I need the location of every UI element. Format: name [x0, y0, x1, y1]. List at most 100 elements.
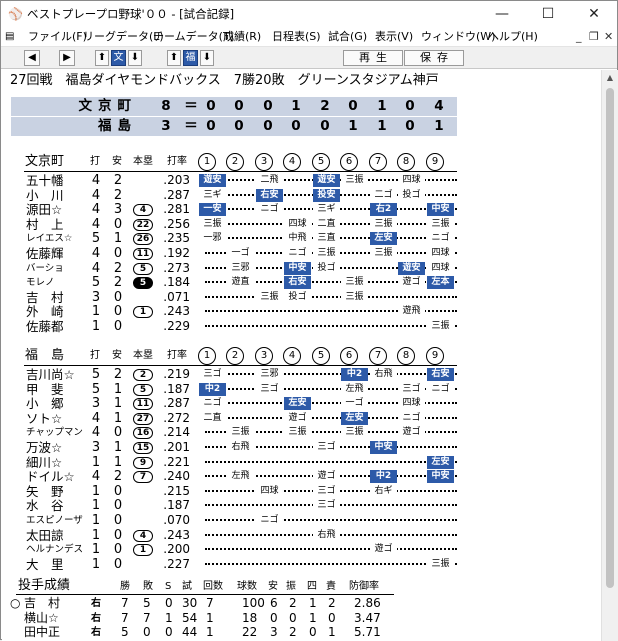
play-button[interactable]: 再生	[343, 50, 403, 66]
batter-row[interactable]: 水 谷 1 0 .187 三ゴ	[2, 498, 601, 513]
inning-number: 5	[312, 153, 330, 171]
pitcher-ip: 7	[206, 596, 214, 610]
vertical-scrollbar[interactable]: ▲	[601, 70, 618, 641]
menu-item[interactable]: リーグデータ(L)	[83, 30, 164, 44]
save-button[interactable]: 保存	[404, 50, 464, 66]
batting-average: .187	[163, 381, 190, 396]
inning-score: 0	[405, 118, 415, 134]
maximize-button[interactable]: ☐	[525, 1, 571, 28]
team1-select-button[interactable]: 文	[111, 50, 126, 66]
batter-row[interactable]: 吉川尚☆ 5 2 2.219 三ゴ 三邪 中2 右飛 右安	[2, 367, 601, 382]
scroll-up-icon[interactable]: ▲	[602, 70, 618, 86]
batter-row[interactable]: 細川☆ 1 1 9.221 左安	[2, 455, 601, 470]
batter-row[interactable]: 吉 村 3 0.071 三振 投ゴ 三振	[2, 290, 601, 305]
pitcher-hand: 右	[91, 627, 101, 638]
batter-row[interactable]: 五十幡 4 2.203 遊安 二飛 遊安 三振 四球	[2, 173, 601, 188]
at-bat-result: 中安	[427, 470, 454, 484]
inning-score: 1	[377, 118, 387, 134]
pitching-column-header: 球数	[237, 581, 257, 592]
scoreboard-row: 文京町 8 ＝ 0 0 0 1 2 0 1 0 4	[11, 97, 457, 116]
dotted-leader	[205, 373, 457, 375]
game-info-line: 27回戦 福島ダイヤモンドバックス 7勝20敗 グリーンスタジアム神戸	[10, 73, 439, 88]
minimize-button[interactable]: —	[479, 1, 525, 28]
team2-up-button[interactable]: ⬆	[167, 50, 181, 66]
inning-score: 0	[206, 98, 216, 114]
pitcher-mark: ○	[10, 596, 21, 610]
batter-row[interactable]: 佐藤都 1 0 .229 三振	[2, 319, 601, 334]
batter-row[interactable]: ソト☆ 4 1 27 .272 二直 遊ゴ 左安 ニゴ	[2, 410, 601, 426]
inning-score: 1	[348, 118, 358, 134]
column-header: 打	[90, 350, 100, 361]
menu-item[interactable]: 成績(R)	[223, 30, 261, 44]
batter-row[interactable]: ドイル☆ 4 2 7 .240 左飛 遊ゴ 中2 中安	[2, 469, 601, 484]
home-run-count: 22	[133, 218, 153, 231]
batter-row[interactable]: 万波☆ 3 1 15 .201 右飛 三ゴ 中安	[2, 440, 601, 455]
scroll-thumb[interactable]	[606, 88, 614, 588]
batter-row[interactable]: エスピノーザ 1 0 .070 ニゴ	[2, 513, 601, 528]
batter-row[interactable]: 村 上 4 0 22 .256 三振 四球 二直 三振 三振	[2, 216, 601, 232]
next-game-button[interactable]: ▶	[59, 50, 75, 66]
mdi-minimize-button[interactable]: _	[576, 30, 582, 44]
team1-down-button[interactable]: ⬇	[128, 50, 142, 66]
batter-row[interactable]: 太田諒 1 0 4 .243 右飛	[2, 528, 601, 543]
close-button[interactable]: ✕	[571, 1, 617, 28]
hits: 0	[113, 542, 123, 558]
batting-average: .187	[163, 498, 190, 513]
inning-score: 0	[291, 118, 301, 134]
menu-item[interactable]: ヘルプ(H)	[488, 30, 538, 44]
menu-item[interactable]: 日程表(S)	[272, 30, 321, 44]
menu-item[interactable]: チームデータ(T)	[153, 30, 234, 44]
batter-row[interactable]: チャップマン 4 0 16 .214 三振 三振 三振 遊ゴ	[2, 425, 601, 441]
pitching-divider	[16, 594, 394, 595]
batter-row[interactable]: バーショ 4 2 5 .273 三邪 中安 投ゴ 遊安 四球	[2, 260, 601, 276]
batter-row[interactable]: 小 川 4 2 .287 三ギ 右安 投安 二ゴ 投ゴ	[2, 188, 601, 203]
pitcher-row[interactable]: 田中正右 5 0 0 44 1 22 3 2 0 1 5.71	[2, 625, 601, 640]
home-run-count: 11	[133, 398, 153, 411]
at-bat-result: 四球	[427, 247, 454, 260]
column-header: 安	[112, 156, 122, 167]
at-bat-result: 三振	[341, 276, 368, 290]
at-bat-result: 三ゴ	[256, 382, 283, 396]
batter-row[interactable]: 矢 野 1 0 .215 四球 三ゴ 右ギ	[2, 484, 601, 499]
mdi-close-button[interactable]: ✕	[604, 30, 613, 44]
at-bat-result: 三ゴ	[398, 382, 425, 396]
column-header: 本塁	[133, 350, 153, 361]
batting-average: .256	[163, 216, 190, 231]
at-bats: 4	[91, 246, 101, 261]
batter-row[interactable]: 大 里 1 0 .227 三振	[2, 557, 601, 572]
batter-row[interactable]: ヘルナンデス 1 0 1 .200 遊ゴ	[2, 542, 601, 558]
at-bats: 4	[91, 260, 101, 276]
hits: 1	[113, 440, 123, 455]
mdi-restore-button[interactable]: ❐	[589, 30, 599, 44]
batter-row[interactable]: 佐藤輝 4 0 11.192 一ゴ ニゴ 三振 三振 四球	[2, 246, 601, 261]
team1-up-button[interactable]: ⬆	[95, 50, 109, 66]
hits: 1	[113, 410, 123, 426]
batter-row[interactable]: 外 崎 1 0 1 .243 遊飛	[2, 304, 601, 319]
hits: 2	[113, 367, 123, 382]
baseball-cap-icon[interactable]: ⚾	[8, 7, 23, 21]
pitcher-name: 吉 村	[24, 596, 61, 610]
batting-header: 文京町 打 安本塁 打率 1 2 3 4 5 6 7 8 9	[2, 153, 601, 171]
team2-select-button[interactable]: 福	[183, 50, 198, 66]
team2-down-button[interactable]: ⬇	[200, 50, 214, 66]
pitcher-row[interactable]: ○ 吉 村右 7 5 0 30 7 100 6 2 1 2 2.86	[2, 596, 601, 611]
batting-average: .201	[163, 440, 190, 454]
toolbar: ◀ ▶ ⬆ 文 ⬇ ⬆ 福 ⬇ 再生 保存	[1, 47, 617, 69]
home-run-count: 4	[133, 529, 153, 542]
batter-row[interactable]: レイエス☆ 5 1 26 .235 一邪 中飛 三直 左安 ニゴ	[2, 231, 601, 246]
prev-game-button[interactable]: ◀	[24, 50, 40, 66]
pitcher-row[interactable]: 横山☆ 右 7 7 1 54 1 18 0 0 1 0 3.47	[2, 611, 601, 626]
menu-item[interactable]: 表示(V)	[375, 30, 413, 44]
dotted-leader	[205, 548, 457, 551]
batter-row[interactable]: 源田☆ 4 3 4 .281 一安 ニゴ 三ギ 右2 中安	[2, 202, 601, 217]
batter-row[interactable]: モレノ 5 2 5 .184 遊直 右安 三振 遊ゴ 左本	[2, 275, 601, 290]
pitcher-era: 2.86	[354, 596, 381, 610]
menu-item[interactable]: ウィンドウ(W)	[421, 30, 495, 44]
menu-item[interactable]: ファイル(F)	[28, 30, 87, 44]
hits: 0	[113, 425, 123, 441]
batter-row[interactable]: 小 郷 3 1 11.287 ニゴ 左安 一ゴ 四球	[2, 396, 601, 411]
batter-row[interactable]: 甲 斐 5 1 5.187 中2 三ゴ 左飛 三ゴ ニゴ	[2, 381, 601, 397]
hits: 2	[113, 173, 123, 188]
menu-item[interactable]: 試合(G)	[328, 30, 367, 44]
mdi-doc-icon[interactable]: ▤	[5, 30, 14, 44]
